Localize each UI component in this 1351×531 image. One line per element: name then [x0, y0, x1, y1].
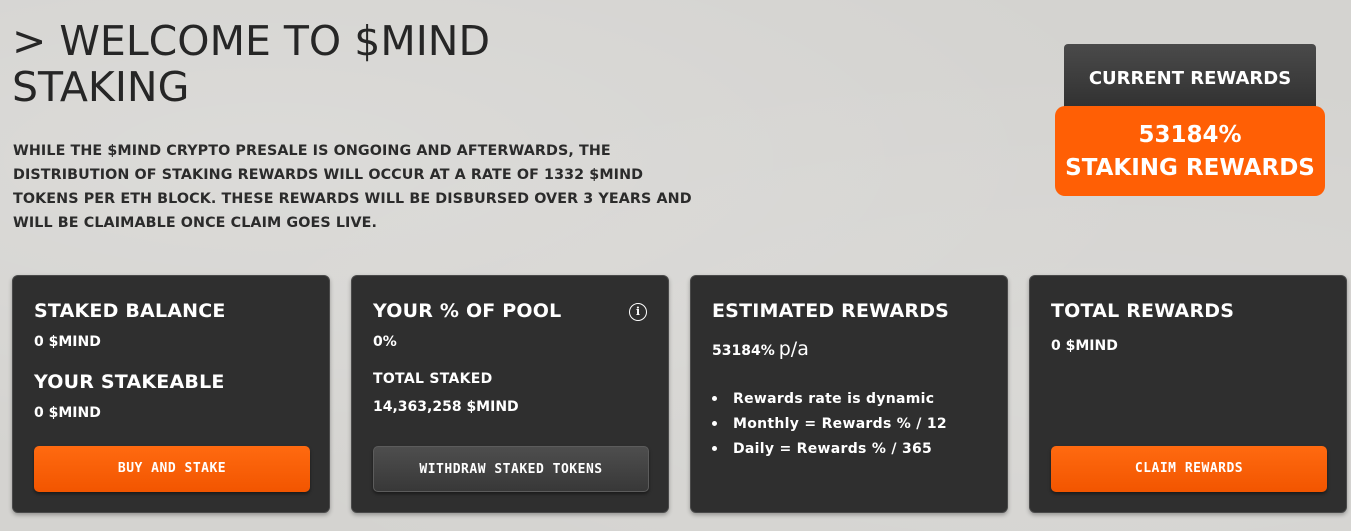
pool-card: YOUR % OF POOL i 0% TOTAL STAKED 14,363,… — [351, 275, 669, 513]
staking-rewards-percent: 53184% — [1138, 122, 1242, 148]
intro-text: WHILE THE $MIND CRYPTO PRESALE IS ONGOIN… — [13, 143, 692, 231]
list-item: Rewards rate is dynamic — [712, 386, 947, 411]
pool-percent-title: YOUR % OF POOL — [373, 300, 562, 322]
staking-rewards-label: STAKING REWARDS — [1065, 155, 1315, 181]
info-icon[interactable]: i — [629, 303, 647, 321]
pool-percent-value: 0% — [373, 334, 397, 350]
buy-and-stake-button[interactable]: BUY AND STAKE — [34, 446, 310, 492]
staked-balance-card: STAKED BALANCE 0 $MIND YOUR STAKEABLE 0 … — [12, 275, 330, 513]
rewards-info-list: Rewards rate is dynamic Monthly = Reward… — [712, 386, 947, 461]
estimated-rewards-value-row: 53184% p/a — [712, 338, 809, 360]
current-rewards-tab: CURRENT REWARDS — [1064, 44, 1316, 114]
total-rewards-value: 0 $MIND — [1051, 338, 1118, 354]
total-staked-label: TOTAL STAKED — [373, 371, 493, 387]
page-title: > WELCOME TO $MIND STAKING — [12, 17, 491, 111]
staking-rewards-badge: 53184% STAKING REWARDS — [1055, 106, 1325, 196]
estimated-rewards-title: ESTIMATED REWARDS — [712, 300, 950, 322]
withdraw-staked-tokens-button[interactable]: WITHDRAW STAKED TOKENS — [373, 446, 649, 492]
staked-balance-value: 0 $MIND — [34, 334, 101, 350]
stakeable-value: 0 $MIND — [34, 405, 101, 421]
claim-rewards-button[interactable]: CLAIM REWARDS — [1051, 446, 1327, 492]
total-rewards-title: TOTAL REWARDS — [1051, 300, 1235, 322]
bullet-dot — [712, 446, 717, 451]
estimated-rewards-unit: p/a — [778, 338, 809, 360]
total-rewards-card: TOTAL REWARDS 0 $MIND CLAIM REWARDS — [1029, 275, 1347, 513]
estimated-rewards-card: ESTIMATED REWARDS 53184% p/a Rewards rate… — [690, 275, 1008, 513]
staked-balance-title: STAKED BALANCE — [34, 300, 226, 322]
stakeable-title: YOUR STAKEABLE — [34, 371, 225, 393]
list-item: Daily = Rewards % / 365 — [712, 436, 947, 461]
bullet-dot — [712, 421, 717, 426]
estimated-rewards-value: 53184% — [712, 343, 775, 359]
total-staked-value: 14,363,258 $MIND — [373, 399, 519, 415]
bullet-dot — [712, 396, 717, 401]
list-item: Monthly = Rewards % / 12 — [712, 411, 947, 436]
